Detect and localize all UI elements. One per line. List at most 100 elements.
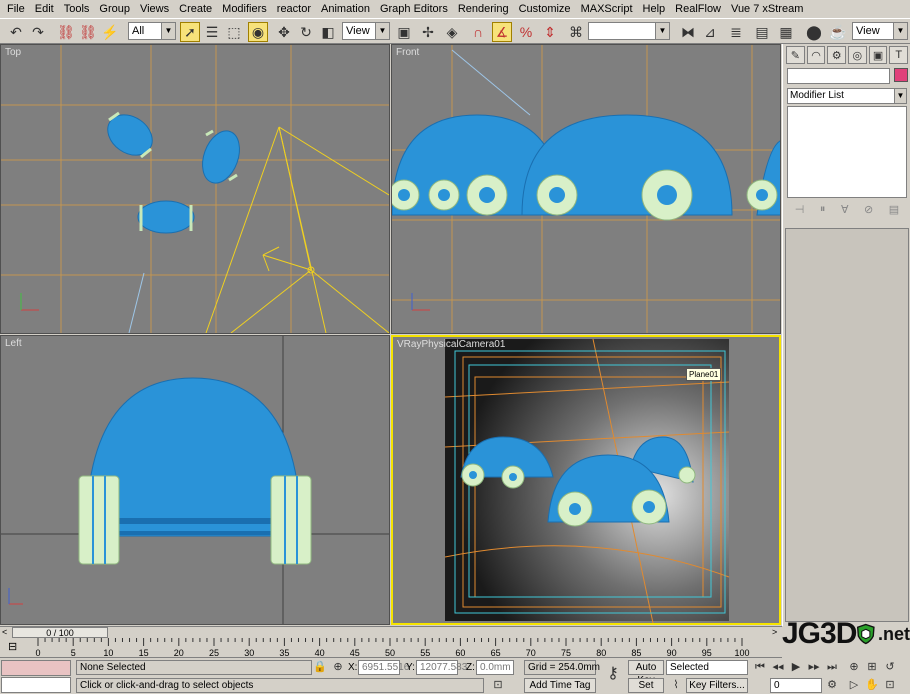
menu-item-reactor[interactable]: reactor <box>272 0 316 18</box>
hierarchy-tab-icon[interactable]: ⚙ <box>827 46 847 64</box>
menu-item-animation[interactable]: Animation <box>316 0 375 18</box>
add-time-tag-button[interactable]: Add Time Tag <box>524 678 596 693</box>
viewport-label[interactable]: Left <box>5 338 22 349</box>
z-coordinate-field[interactable]: 0.0mm <box>476 660 514 675</box>
render-setup-icon[interactable]: ☕ <box>828 22 848 42</box>
keyboard-shortcut-icon[interactable]: ◈ <box>442 22 462 42</box>
angle-snap-icon[interactable]: ∡ <box>492 22 512 42</box>
align-icon[interactable]: ⊿ <box>700 22 720 42</box>
scale-icon[interactable]: ◧ <box>318 22 338 42</box>
select-link-icon[interactable]: ⛓ <box>56 22 76 42</box>
modifier-stack[interactable] <box>787 106 907 198</box>
orbit-icon[interactable]: ↺ <box>882 660 898 675</box>
y-coordinate-field[interactable]: 12077.583 <box>416 660 467 675</box>
utilities-tab-icon[interactable]: T <box>889 46 909 64</box>
select-object-icon[interactable]: ➚ <box>180 22 200 42</box>
next-frame-icon[interactable]: > <box>772 627 777 638</box>
menu-item-maxscript[interactable]: MAXScript <box>576 0 638 18</box>
key-icon[interactable]: ⚷ <box>602 666 624 682</box>
track-bar[interactable]: ⊟ 0 5 10 15 20 25 30 35 40 45 50 55 60 65 70 75 80 85 90 95… <box>0 638 782 658</box>
menu-item-help[interactable]: Help <box>638 0 671 18</box>
material-editor-icon[interactable]: ⬤ <box>804 22 824 42</box>
menu-item-tools[interactable]: Tools <box>59 0 95 18</box>
render-view-dropdown[interactable]: View ▼ <box>852 22 908 40</box>
next-key-icon[interactable]: ▸▸ <box>806 660 822 675</box>
modify-tab-icon[interactable]: ◠ <box>806 46 826 64</box>
bind-space-warp-icon[interactable]: ⚡ <box>100 22 120 42</box>
goto-start-icon[interactable]: ⏮ <box>752 660 768 675</box>
viewport-camera[interactable]: VRayPhysicalCamera01 Plane01 <box>391 335 781 625</box>
unlink-icon[interactable]: ⛓ <box>78 22 98 42</box>
redo-icon[interactable]: ↷ <box>28 22 48 42</box>
rect-selection-icon[interactable]: ⬚ <box>224 22 244 42</box>
absolute-mode-icon[interactable]: ⊕ <box>330 660 346 675</box>
lock-icon[interactable]: 🔒 <box>312 660 328 675</box>
prev-key-icon[interactable]: ◂◂ <box>770 660 786 675</box>
show-end-result-icon[interactable]: ⏸ <box>820 203 826 216</box>
select-by-name-icon[interactable]: ☰ <box>202 22 222 42</box>
zoom-all-icon[interactable]: ⊞ <box>864 660 880 675</box>
selection-filter-dropdown[interactable]: All ▼ <box>128 22 176 40</box>
play-icon[interactable]: ▶ <box>788 660 804 675</box>
viewport-top[interactable]: Top <box>0 44 390 334</box>
viewport-front[interactable]: Front <box>391 44 781 334</box>
curve-editor-icon[interactable]: ▤ <box>752 22 772 42</box>
make-unique-icon[interactable]: ∀ <box>841 203 849 216</box>
object-name-field[interactable] <box>787 68 890 84</box>
named-selection-dropdown[interactable]: ▼ <box>588 22 670 40</box>
time-tag-icon[interactable]: ⊡ <box>490 678 506 693</box>
viewport-label[interactable]: Front <box>396 47 419 58</box>
maxscript-listener-mini[interactable] <box>1 660 71 676</box>
menu-item-group[interactable]: Group <box>94 0 135 18</box>
time-slider-thumb[interactable]: 0 / 100 <box>12 627 108 638</box>
maximize-viewport-icon[interactable]: ⊡ <box>882 678 898 693</box>
fov-icon[interactable]: ▷ <box>846 678 862 693</box>
menu-item-realflow[interactable]: RealFlow <box>670 0 726 18</box>
time-slider[interactable]: < 0 / 100 > <box>0 626 782 638</box>
x-coordinate-field[interactable]: 6951.5516 <box>358 660 409 675</box>
schematic-view-icon[interactable]: ▦ <box>776 22 796 42</box>
pan-icon[interactable]: ✋ <box>864 678 880 693</box>
key-filters-button[interactable]: Key Filters... <box>686 678 748 693</box>
set-key-button[interactable]: Set Key <box>628 678 664 694</box>
menu-item-file[interactable]: File <box>2 0 30 18</box>
prev-frame-icon[interactable]: < <box>2 627 7 638</box>
maxscript-input-mini[interactable] <box>1 677 71 693</box>
configure-sets-icon[interactable]: ▤ <box>889 203 899 216</box>
mirror-icon[interactable]: ⧓ <box>678 22 698 42</box>
auto-key-button[interactable]: Auto Key <box>628 660 664 686</box>
viewport-left[interactable]: Left <box>0 335 390 625</box>
key-tangent-icon[interactable]: ⌇ <box>668 678 684 693</box>
ref-coord-dropdown[interactable]: View ▼ <box>342 22 390 40</box>
layer-manager-icon[interactable]: ≣ <box>726 22 746 42</box>
menu-item-create[interactable]: Create <box>174 0 217 18</box>
object-color-swatch[interactable] <box>894 68 908 82</box>
edit-named-selection-icon[interactable]: ⌘ <box>566 22 586 42</box>
menu-item-edit[interactable]: Edit <box>30 0 59 18</box>
create-tab-icon[interactable]: ✎ <box>786 46 805 64</box>
key-mode-dropdown[interactable]: Selected <box>666 660 748 675</box>
undo-icon[interactable]: ↶ <box>6 22 26 42</box>
display-tab-icon[interactable]: ▣ <box>868 46 888 64</box>
remove-modifier-icon[interactable]: ⊘ <box>864 203 873 216</box>
spinner-snap-icon[interactable]: ⇕ <box>540 22 560 42</box>
move-icon[interactable]: ✥ <box>274 22 294 42</box>
pin-stack-icon[interactable]: ⊣ <box>795 203 805 216</box>
modifier-list-dropdown[interactable]: Modifier List ▼ <box>787 88 907 104</box>
menu-item-modifiers[interactable]: Modifiers <box>217 0 272 18</box>
menu-item-views[interactable]: Views <box>135 0 174 18</box>
viewport-label[interactable]: Top <box>5 47 21 58</box>
menu-item-rendering[interactable]: Rendering <box>453 0 514 18</box>
viewport-label[interactable]: VRayPhysicalCamera01 <box>397 339 505 350</box>
menu-item-vue-7-xstream[interactable]: Vue 7 xStream <box>726 0 808 18</box>
rotate-icon[interactable]: ↻ <box>296 22 316 42</box>
select-manipulate-icon[interactable]: ✢ <box>418 22 438 42</box>
percent-snap-icon[interactable]: % <box>516 22 536 42</box>
motion-tab-icon[interactable]: ◎ <box>848 46 867 64</box>
zoom-icon[interactable]: ⊕ <box>846 660 862 675</box>
pivot-center-icon[interactable]: ▣ <box>394 22 414 42</box>
menu-item-customize[interactable]: Customize <box>514 0 576 18</box>
goto-end-icon[interactable]: ⏭ <box>824 660 840 675</box>
snap-toggle-icon[interactable]: ∩ <box>468 22 488 42</box>
menu-item-graph-editors[interactable]: Graph Editors <box>375 0 453 18</box>
